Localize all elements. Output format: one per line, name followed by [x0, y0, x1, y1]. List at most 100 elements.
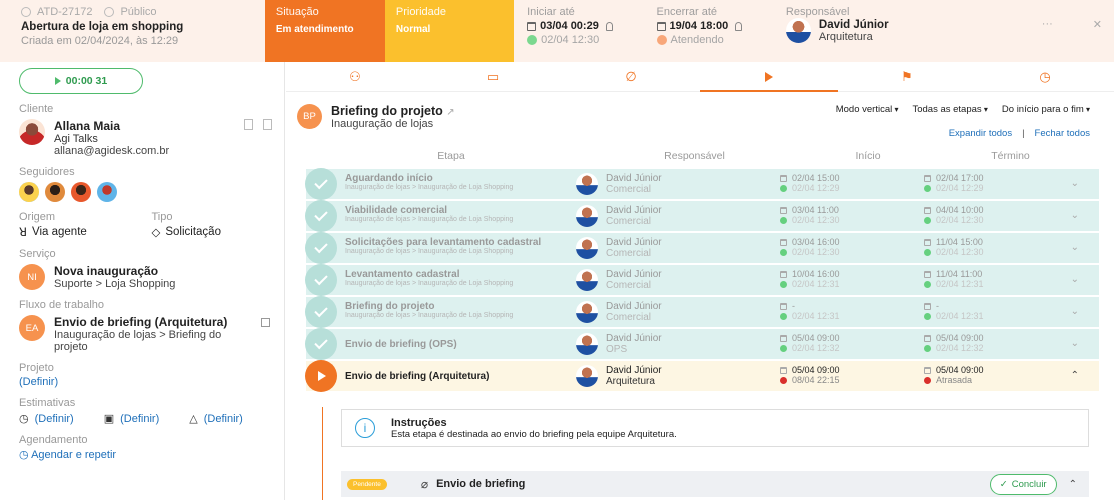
filter-dropdown[interactable]: Todas as etapas [912, 104, 987, 115]
priority-selector[interactable]: Prioridade Normal [384, 0, 515, 62]
external-link-icon[interactable] [261, 318, 270, 327]
order-dropdown[interactable]: Do início para o fim [1002, 104, 1090, 115]
status-selector[interactable]: Situação Em atendimento [264, 0, 385, 62]
chevron-down-icon[interactable]: ⌄ [1071, 338, 1079, 349]
project-define-link[interactable]: (Definir) [19, 376, 284, 388]
chevron-down-icon[interactable]: ⌄ [1071, 306, 1079, 317]
tab-workflow[interactable] [700, 62, 838, 92]
tab-chat[interactable]: ▭ [424, 62, 562, 91]
estimate-cost[interactable]: ▣ (Definir) [104, 412, 160, 426]
client-card[interactable]: Allana Maia Agi Talks allana@agidesk.com… [19, 119, 284, 157]
schedule-link[interactable]: ◷ Agendar e repetir [19, 448, 284, 461]
chevron-down-icon[interactable]: ⌄ [1071, 210, 1079, 221]
estimates-row: ◷ (Definir) ▣ (Definir) △ (Definir) [19, 412, 284, 426]
type-field[interactable]: Tipo ◇ Solicitação [152, 211, 285, 239]
step-resp-name: David Júnior [606, 205, 662, 216]
step-row[interactable]: Solicitações para levantamento cadastral… [305, 232, 1099, 264]
tab-history[interactable]: ◷ [976, 62, 1114, 91]
conclude-button[interactable]: ✓ Concluir [989, 473, 1057, 495]
tab-hierarchy[interactable]: ⚇ [286, 62, 424, 91]
follower-avatar[interactable] [97, 182, 117, 202]
workflow-item[interactable]: EA Envio de briefing (Arquitetura) Inaug… [19, 315, 284, 353]
tab-attachments[interactable]: ∅ [562, 62, 700, 91]
client-company: Agi Talks [54, 133, 98, 145]
chevron-down-icon[interactable]: ⌄ [1071, 274, 1079, 285]
mode-dropdown[interactable]: Modo vertical [836, 104, 899, 115]
step-avatar [576, 333, 598, 355]
step-path: Inauguração de lojas > Inauguração de Lo… [345, 280, 514, 287]
step-path: Inauguração de lojas > Inauguração de Lo… [345, 216, 514, 223]
priority-label: Prioridade [395, 6, 447, 18]
chevron-down-icon[interactable]: ⌄ [1071, 178, 1079, 189]
step-resp-team: OPS [606, 344, 628, 355]
contact-card-icon[interactable] [244, 119, 253, 130]
calendar-icon [924, 238, 931, 246]
check-icon [305, 200, 337, 232]
step-path: Inauguração de lojas > Inauguração de Lo… [345, 248, 514, 255]
info-icon: i [355, 418, 375, 438]
step-title: Solicitações para levantamento cadastral [345, 237, 542, 248]
follower-avatar[interactable] [71, 182, 91, 202]
more-options-icon[interactable]: ··· [1042, 18, 1053, 30]
step-start-actual: 02/04 12:29 [792, 183, 840, 193]
calendar-icon [924, 174, 931, 182]
play-icon [54, 77, 61, 85]
calendar-icon [780, 174, 787, 182]
external-link-icon[interactable]: ↗ [446, 107, 454, 118]
step-avatar [576, 205, 598, 227]
step-start-actual: 08/04 22:15 [792, 375, 840, 385]
step-resp-name: David Júnior [606, 237, 662, 248]
follower-avatar[interactable] [19, 182, 39, 202]
step-row[interactable]: Envio de briefing (OPS) David Júnior OPS … [305, 328, 1099, 360]
timer-button[interactable]: 00:00 31 [19, 68, 143, 94]
step-row[interactable]: Briefing do projeto Inauguração de lojas … [305, 296, 1099, 328]
on-time-dot-icon [924, 344, 931, 352]
ticket-visibility: Público [120, 6, 157, 18]
responsible-selector[interactable]: Responsável David Júnior Arquitetura [773, 0, 1042, 62]
expand-all-link[interactable]: Expandir todos [949, 128, 1012, 139]
estimate-effort[interactable]: △ (Definir) [189, 412, 243, 426]
client-avatar [19, 119, 45, 145]
weight-icon: △ [189, 413, 198, 425]
chevron-up-icon[interactable]: ⌃ [1069, 479, 1077, 490]
task-row[interactable]: Pendente ⌀ Envio de briefing ✓ Concluir ⌃ [341, 471, 1089, 497]
step-start-planned: 02/04 15:00 [792, 173, 840, 183]
check-icon [305, 296, 337, 328]
paperclip-icon: ⌀ [420, 477, 429, 491]
follower-avatar[interactable] [45, 182, 65, 202]
on-time-dot-icon [780, 344, 787, 352]
check-icon [305, 328, 337, 360]
clock-icon: ◷ [19, 413, 29, 425]
flow-badge: BP [297, 104, 322, 129]
step-title: Levantamento cadastral [345, 269, 460, 280]
end-label: Encerrar até [656, 6, 718, 18]
end-deadline[interactable]: Encerrar até 19/04 18:00 Atendendo [644, 0, 773, 62]
start-deadline[interactable]: Iniciar até 03/04 00:29 02/04 12:30 [514, 0, 643, 62]
building-icon[interactable] [263, 119, 272, 130]
start-date: 03/04 00:29 [540, 20, 599, 32]
tab-checklist[interactable]: ⚑ [838, 62, 976, 91]
collapse-all-link[interactable]: Fechar todos [1035, 128, 1090, 139]
calendar-icon [780, 366, 787, 374]
service-item[interactable]: NI Nova inauguração Suporte > Loja Shopp… [19, 264, 284, 290]
chevron-up-icon[interactable]: ⌃ [1071, 370, 1079, 381]
estimate-time[interactable]: ◷ (Definir) [19, 412, 74, 426]
calendar-icon [780, 302, 787, 310]
origin-value: Via agente [32, 226, 87, 238]
step-start-actual: 02/04 12:30 [792, 247, 840, 257]
person-icon [605, 21, 613, 31]
workflow-title: Envio de briefing (Arquitetura) [54, 315, 228, 329]
step-row-current[interactable]: Envio de briefing (Arquitetura) David Jú… [305, 360, 1099, 392]
step-row[interactable]: Levantamento cadastral Inauguração de loj… [305, 264, 1099, 296]
step-start-planned: 10/04 16:00 [792, 269, 840, 279]
step-resp-name: David Júnior [606, 173, 662, 184]
chevron-down-icon[interactable]: ⌄ [1071, 242, 1079, 253]
origin-field: Origem ꓤ Via agente [19, 211, 152, 239]
ticket-id-icon [21, 7, 31, 17]
step-resp-team: Comercial [606, 280, 652, 291]
close-icon[interactable]: ✕ [1093, 18, 1102, 31]
service-badge: NI [19, 264, 45, 290]
on-time-dot-icon [780, 248, 787, 256]
step-row[interactable]: Aguardando início Inauguração de lojas > … [305, 168, 1099, 200]
step-row[interactable]: Viabilidade comercial Inauguração de loja… [305, 200, 1099, 232]
